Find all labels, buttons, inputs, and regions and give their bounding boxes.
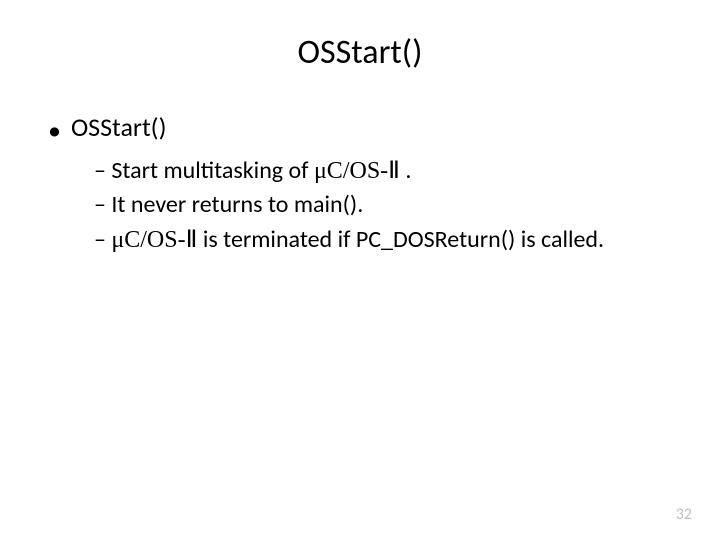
item-text-prefix: – It never returns to main(). (94, 190, 363, 219)
item-text-prefix: – (94, 225, 111, 254)
bullet-icon: • (48, 117, 61, 143)
list-item: – μC/OS-Ⅱ is terminated if PC_DOSReturn(… (94, 224, 680, 256)
bullet-level1: • OSStart() (48, 111, 680, 143)
item-text-serif: μC/OS-Ⅱ (111, 227, 197, 253)
slide: OSStart() • OSStart() – Start multitaskin… (0, 0, 720, 540)
slide-title: OSStart() (40, 32, 680, 73)
list-item: – It never returns to main(). (94, 189, 680, 221)
item-text-prefix: – Start multitasking of (94, 156, 314, 185)
list-item: – Start multitasking of μC/OS-Ⅱ . (94, 155, 680, 187)
item-text-suffix: is terminated if PC_DOSReturn() is calle… (197, 225, 604, 254)
item-text-serif: μC/OS-Ⅱ (314, 158, 400, 184)
bullet-level2-list: – Start multitasking of μC/OS-Ⅱ . – It n… (94, 155, 680, 256)
bullet-label: OSStart() (71, 111, 167, 143)
item-text-suffix: . (400, 156, 411, 185)
page-number: 32 (676, 505, 692, 524)
